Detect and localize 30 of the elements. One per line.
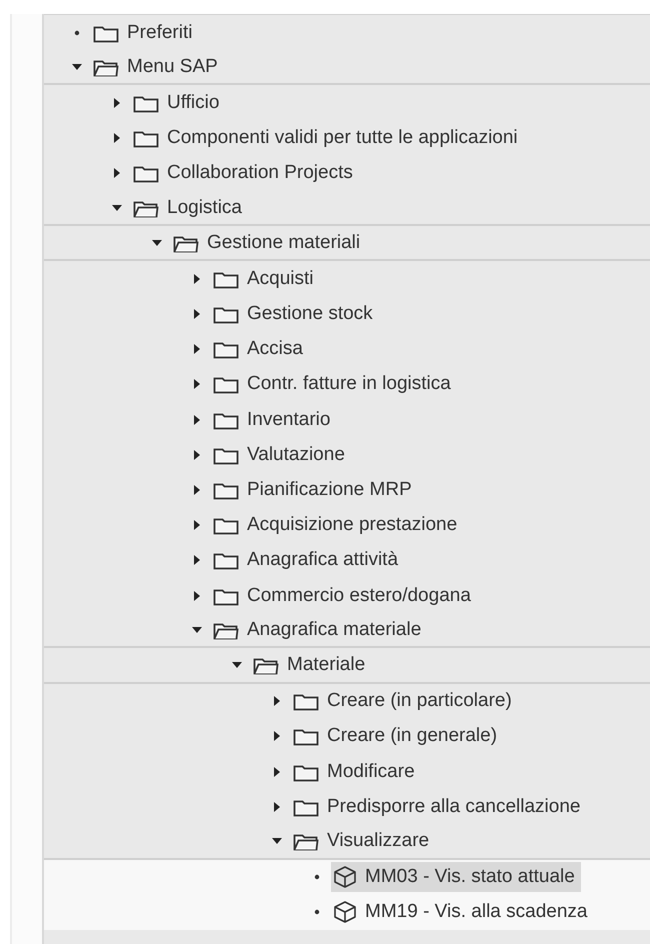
folder-item[interactable]: Visualizzare <box>291 826 432 856</box>
folder-item[interactable]: Menu SAP <box>91 52 220 82</box>
bullet-icon <box>74 30 80 36</box>
folder-item[interactable]: Acquisizione prestazione <box>211 510 460 540</box>
folder-item[interactable]: Componenti validi per tutte le applicazioni <box>131 123 520 154</box>
bullet-icon <box>314 874 320 880</box>
cube-icon <box>333 865 357 890</box>
folder-item[interactable]: Inventario <box>211 404 332 435</box>
folder-item[interactable]: Logistica <box>131 192 244 223</box>
folder-item[interactable]: Creare (in particolare) <box>291 686 514 716</box>
folder-item[interactable]: Pianificazione MRP <box>211 475 414 506</box>
folder-item[interactable]: Commercio estero/dogana <box>211 580 473 611</box>
folder-item[interactable]: Anagrafica attività <box>211 545 400 576</box>
folder-item[interactable]: Gestione stock <box>211 299 375 330</box>
folder-item[interactable]: Predisporre alla cancellazione <box>291 792 582 822</box>
bullet-icon <box>314 909 320 916</box>
transaction-item[interactable]: MM03 - Vis. stato attuale <box>331 862 581 892</box>
folder-item[interactable]: Contr. fatture in logistica <box>211 369 453 400</box>
folder-item[interactable]: Anagrafica materiale <box>211 614 424 645</box>
folder-item[interactable]: Materiale <box>251 650 368 680</box>
folder-item[interactable]: Accisa <box>211 334 305 364</box>
cube-icon <box>333 900 357 924</box>
folder-item[interactable]: Acquisti <box>211 264 316 294</box>
folder-item[interactable]: Preferiti <box>91 18 194 48</box>
folder-item[interactable]: Gestione materiali <box>171 228 362 258</box>
folder-item[interactable]: Collaboration Projects <box>131 158 355 188</box>
folder-item[interactable]: Modificare <box>291 756 417 787</box>
folder-item[interactable]: Valutazione <box>211 440 347 470</box>
folder-item[interactable]: Ufficio <box>131 88 222 118</box>
folder-item[interactable]: Creare (in generale) <box>291 721 500 752</box>
